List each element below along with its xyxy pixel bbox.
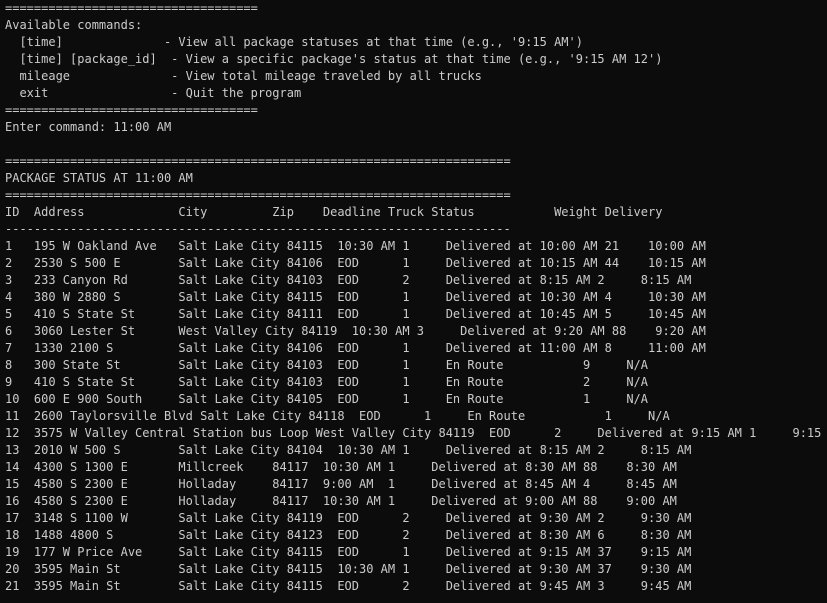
separator-line: =================================== [5,103,258,117]
table-row: 13 2010 W 500 S Salt Lake City 84104 10:… [5,443,692,457]
command-time-package: [time] [package_id] - View a specific pa… [5,52,663,66]
table-row: 4 380 W 2880 S Salt Lake City 84115 EOD … [5,290,706,304]
table-row: 17 3148 S 1100 W Salt Lake City 84119 EO… [5,511,692,525]
table-row: 2 2530 S 500 E Salt Lake City 84106 EOD … [5,256,706,270]
table-row: 15 4580 S 2300 E Holladay 84117 9:00 AM … [5,477,677,491]
status-heading: PACKAGE STATUS AT 11:00 AM [5,171,193,185]
command-mileage: mileage - View total mileage traveled by… [5,69,482,83]
table-row: 8 300 State St Salt Lake City 84103 EOD … [5,358,648,372]
table-row: 5 410 S State St Salt Lake City 84111 EO… [5,307,706,321]
table-row: 12 3575 W Valley Central Station bus Loo… [5,426,827,440]
table-row: 19 177 W Price Ave Salt Lake City 84115 … [5,545,692,559]
commands-heading: Available commands: [5,18,143,32]
terminal-window: =================================== Avail… [0,0,827,603]
separator-line: ========================================… [5,154,511,168]
table-row: 16 4580 S 2300 E Holladay 84117 10:30 AM… [5,494,677,508]
separator-line: =================================== [5,1,258,15]
table-row: 7 1330 2100 S Salt Lake City 84106 EOD 1… [5,341,706,355]
table-row: 9 410 S State St Salt Lake City 84103 EO… [5,375,648,389]
table-row: 10 600 E 900 South Salt Lake City 84105 … [5,392,648,406]
table-row: 3 233 Canyon Rd Salt Lake City 84103 EOD… [5,273,692,287]
separator-line: ========================================… [5,188,511,202]
table-row: 6 3060 Lester St West Valley City 84119 … [5,324,706,338]
command-time: [time] - View all package statuses at th… [5,35,583,49]
command-exit: exit - Quit the program [5,86,302,100]
table-row: 21 3595 Main St Salt Lake City 84115 EOD… [5,579,692,593]
table-row: 18 1488 4800 S Salt Lake City 84123 EOD … [5,528,692,542]
table-header: ID Address City Zip Deadline Truck Statu… [5,205,663,219]
command-prompt: Enter command: 11:00 AM [5,120,172,134]
table-divider: ----------------------------------------… [5,222,511,236]
table-row: 20 3595 Main St Salt Lake City 84115 10:… [5,562,692,576]
table-row: 14 4300 S 1300 E Millcreek 84117 10:30 A… [5,460,677,474]
table-row: 11 2600 Taylorsville Blvd Salt Lake City… [5,409,670,423]
table-row: 1 195 W Oakland Ave Salt Lake City 84115… [5,239,706,253]
